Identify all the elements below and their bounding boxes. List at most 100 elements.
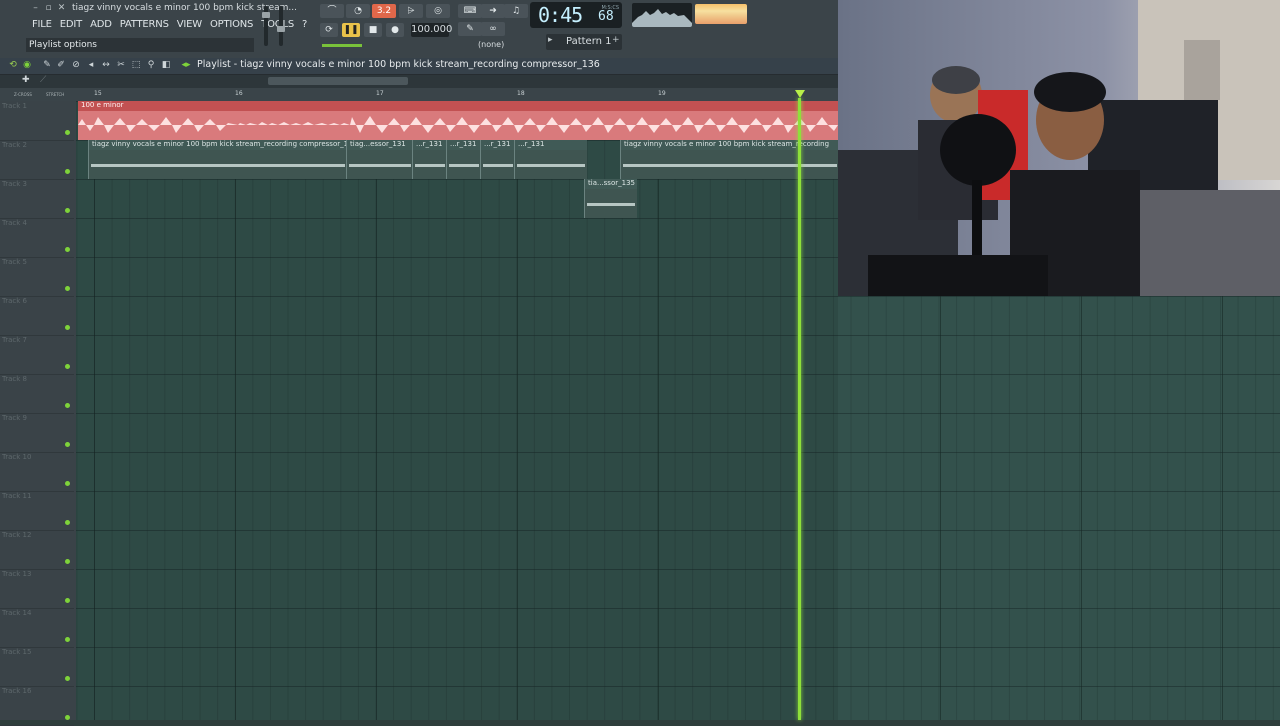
track-header[interactable]: Track 1 xyxy=(0,101,74,141)
track-enable-led[interactable] xyxy=(65,286,70,291)
paint-tool-icon[interactable]: ✐ xyxy=(56,60,66,70)
pattern-add-icon[interactable]: + xyxy=(612,35,620,45)
pause-button[interactable]: ❚❚ xyxy=(342,23,360,37)
menu-patterns[interactable]: PATTERNS xyxy=(116,18,173,32)
audio-clip-vocal[interactable]: ...r_131 xyxy=(412,140,447,179)
track-header[interactable]: Track 9 xyxy=(0,413,74,453)
pattern-selector[interactable]: ▸ Pattern 1 + xyxy=(546,34,622,50)
track-enable-led[interactable] xyxy=(65,637,70,642)
audio-clip-vocal[interactable]: tiagz vinny vocals e minor 100 bpm kick … xyxy=(88,140,347,179)
bar-number: 16 xyxy=(235,90,243,97)
tuning-fork-icon[interactable]: ♫ xyxy=(504,4,528,18)
master-pitch-handle[interactable] xyxy=(277,26,285,32)
blend-notes-icon[interactable]: ⩥ xyxy=(399,4,423,18)
track-header[interactable]: Track 13 xyxy=(0,569,74,609)
playhead[interactable] xyxy=(798,98,801,720)
zcross-label[interactable]: Z-CROSS xyxy=(14,92,32,97)
playhead-marker[interactable] xyxy=(795,90,805,98)
mute-tool-icon[interactable]: ◂ xyxy=(86,60,96,70)
track-enable-led[interactable] xyxy=(65,520,70,525)
slice-tool-icon[interactable]: ✂ xyxy=(116,60,126,70)
link-icon[interactable]: ∞ xyxy=(481,22,505,36)
title-chevron-icon[interactable]: › xyxy=(558,60,561,69)
menu-edit[interactable]: EDIT xyxy=(56,18,86,32)
mode-badge[interactable]: 3.2 xyxy=(372,4,396,18)
audio-clip-kick[interactable]: 100 e minor xyxy=(78,101,838,140)
close-icon[interactable]: ✕ xyxy=(56,3,67,14)
loop-icon[interactable]: ⟳ xyxy=(320,23,338,37)
pencil-icon[interactable]: ✎ xyxy=(458,22,482,36)
menu-options[interactable]: OPTIONS xyxy=(206,18,257,32)
track-header[interactable]: Track 3 xyxy=(0,179,74,219)
track-header[interactable]: Track 5 xyxy=(0,257,74,297)
arrow-right-icon[interactable]: ➜ xyxy=(481,4,505,18)
select-tool-icon[interactable]: ⬚ xyxy=(131,60,141,70)
audio-clip-vocal[interactable]: ...r_131 xyxy=(514,140,587,179)
time-value: 0:45 xyxy=(538,3,583,27)
track-enable-led[interactable] xyxy=(65,559,70,564)
track-enable-led[interactable] xyxy=(65,169,70,174)
audio-clip-vocal[interactable]: tiagz vinny vocals e minor 100 bpm kick … xyxy=(620,140,839,179)
track-enable-led[interactable] xyxy=(65,481,70,486)
playback-tool-icon[interactable]: ◧ xyxy=(161,60,171,70)
track-header[interactable]: Track 14 xyxy=(0,608,74,648)
draw-tool-icon[interactable]: ✎ xyxy=(42,60,52,70)
track-header[interactable]: Track 12 xyxy=(0,530,74,570)
track-header[interactable]: Track 8 xyxy=(0,374,74,414)
track-enable-led[interactable] xyxy=(65,676,70,681)
audio-clip-vocal[interactable]: tiag...essor_131 xyxy=(346,140,413,179)
snap-select[interactable]: (none) xyxy=(478,39,522,51)
track-header[interactable]: Track 15 xyxy=(0,647,74,687)
main-pitch-bar[interactable] xyxy=(322,44,362,47)
zoom-tool-icon[interactable]: ⚲ xyxy=(146,60,156,70)
playlist-arrows-icon[interactable]: ◂▸ xyxy=(181,60,191,70)
track-enable-led[interactable] xyxy=(65,364,70,369)
crossfade-icon[interactable]: ✚ xyxy=(22,75,30,85)
track-enable-led[interactable] xyxy=(65,442,70,447)
track-enable-led[interactable] xyxy=(65,403,70,408)
menu-help[interactable]: ? xyxy=(298,18,311,32)
tempo-display[interactable]: 100.000 xyxy=(411,23,452,37)
track-name: Track 14 xyxy=(2,609,32,617)
track-header[interactable]: Track 10 xyxy=(0,452,74,492)
pattern-prev-icon[interactable]: ▸ xyxy=(548,35,553,45)
timeline-ruler[interactable] xyxy=(76,88,838,101)
track-header[interactable]: Track 11 xyxy=(0,491,74,531)
slip-tool-icon[interactable]: ↔ xyxy=(101,60,111,70)
webcam-video xyxy=(838,0,1280,296)
time-display[interactable]: 0:45 68 M:S:CS xyxy=(530,2,622,28)
delete-tool-icon[interactable]: ⊘ xyxy=(71,60,81,70)
menu-file[interactable]: FILE xyxy=(28,18,56,32)
audio-clip-vocal[interactable]: tia...ssor_135 xyxy=(584,179,637,218)
track-enable-led[interactable] xyxy=(65,598,70,603)
track-header[interactable]: Track 16 xyxy=(0,686,74,726)
track-header[interactable]: Track 6 xyxy=(0,296,74,336)
track-header[interactable]: Track 2 xyxy=(0,140,74,180)
clip-label: ...r_131 xyxy=(518,140,545,148)
track-enable-led[interactable] xyxy=(65,208,70,213)
audio-clip-vocal[interactable]: ...r_131 xyxy=(446,140,481,179)
audio-clip-vocal[interactable]: ...r_131 xyxy=(480,140,515,179)
horizontal-scrollbar[interactable] xyxy=(268,77,408,85)
metronome-icon[interactable]: ⌒ xyxy=(320,4,344,18)
stretch-label[interactable]: STRETCH xyxy=(46,92,64,97)
track-enable-led[interactable] xyxy=(65,325,70,330)
track-header[interactable]: Track 7 xyxy=(0,335,74,375)
master-volume-handle[interactable] xyxy=(262,12,270,18)
playlist-menu-icon[interactable]: ⟲ xyxy=(8,60,18,70)
typing-keyboard-icon[interactable]: ⌨ xyxy=(458,4,482,18)
minimize-icon[interactable]: – xyxy=(30,3,41,14)
clip-header[interactable] xyxy=(78,101,838,111)
record-button[interactable]: ● xyxy=(386,23,404,37)
wait-for-input-icon[interactable]: ◔ xyxy=(346,4,370,18)
restore-icon[interactable]: ▫ xyxy=(43,3,54,14)
track-enable-led[interactable] xyxy=(65,247,70,252)
snap-icon[interactable]: ◉ xyxy=(22,60,32,70)
stop-button[interactable]: ■ xyxy=(364,23,382,37)
loop-record-icon[interactable]: ◎ xyxy=(426,4,450,18)
track-enable-led[interactable] xyxy=(65,715,70,720)
menu-view[interactable]: VIEW xyxy=(173,18,206,32)
track-header[interactable]: Track 4 xyxy=(0,218,74,258)
track-enable-led[interactable] xyxy=(65,130,70,135)
menu-add[interactable]: ADD xyxy=(86,18,116,32)
